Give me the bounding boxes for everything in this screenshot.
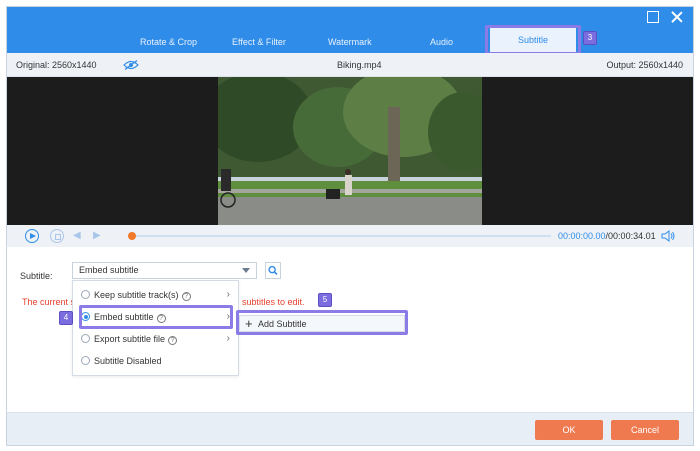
option-keep-subtitle[interactable]: Keep subtitle track(s)? › [73,284,238,306]
current-time: 00:00:00.00 [558,231,606,241]
footer: OK Cancel [7,412,693,445]
subtitle-select[interactable]: Embed subtitle [72,262,257,279]
chevron-right-icon: › [226,311,230,322]
info-bar: Original: 2560x1440 Biking.mp4 Output: 2… [7,53,693,77]
add-subtitle-label: Add Subtitle [258,319,307,329]
next-frame-icon[interactable]: ▶ [93,229,107,243]
file-name: Biking.mp4 [337,60,382,70]
search-icon [268,265,278,275]
chevron-down-icon [242,268,250,273]
option-export-subtitle[interactable]: Export subtitle file? › [73,328,238,350]
tab-audio[interactable]: Audio [430,35,453,49]
warning-text-end: subtitles to edit. [242,297,305,307]
cancel-button[interactable]: Cancel [611,420,679,440]
tab-rotate-crop[interactable]: Rotate & Crop [140,35,197,49]
option-embed-subtitle[interactable]: Embed subtitle? › [73,306,238,328]
step-badge-3: 3 [583,31,597,45]
radio-button-selected[interactable] [81,312,90,321]
play-icon[interactable] [25,229,39,243]
player-controls: ◀ ▶ 00:00:00.00/00:00:34.01 [7,225,693,247]
tab-subtitle[interactable]: Subtitle [490,27,576,53]
ok-button[interactable]: OK [535,420,603,440]
subtitle-label: Subtitle: [20,271,53,281]
option-label: Keep subtitle track(s) [94,290,179,300]
tab-watermark[interactable]: Watermark [328,35,372,49]
output-resolution: Output: 2560x1440 [606,60,683,70]
close-icon[interactable] [671,11,683,23]
subtitle-select-value: Embed subtitle [79,265,139,275]
video-editor-window: Rotate & Crop Effect & Filter Watermark … [6,6,694,446]
plus-icon: + [245,316,253,331]
radio-button[interactable] [81,356,90,365]
chevron-right-icon: › [226,333,230,344]
warning-text-start: The current s [22,297,76,307]
video-frame [218,77,482,225]
timeline-track[interactable] [131,235,551,237]
search-button[interactable] [265,262,281,279]
step-badge-4: 4 [59,311,73,325]
video-preview [7,77,693,225]
maximize-icon[interactable] [647,11,659,23]
help-icon[interactable]: ? [168,336,178,345]
tab-effect-filter[interactable]: Effect & Filter [232,35,286,49]
previous-frame-icon[interactable]: ◀ [73,229,87,243]
eye-off-icon[interactable] [123,60,139,70]
radio-button[interactable] [81,290,90,299]
radio-button[interactable] [81,334,90,343]
option-subtitle-disabled[interactable]: Subtitle Disabled [73,350,238,372]
original-resolution: Original: 2560x1440 [16,60,97,70]
timecode: 00:00:00.00/00:00:34.01 [558,231,656,241]
step-badge-5: 5 [318,293,332,307]
subtitle-dropdown: Keep subtitle track(s)? › Embed subtitle… [72,280,239,376]
add-subtitle-submenu[interactable]: + Add Subtitle [239,315,405,332]
total-time: /00:00:34.01 [605,231,656,241]
help-icon[interactable]: ? [156,314,166,323]
option-label: Subtitle Disabled [94,356,162,366]
option-label: Embed subtitle [94,312,154,322]
option-label: Export subtitle file [94,334,166,344]
timeline-handle[interactable] [128,232,136,240]
help-icon[interactable]: ? [181,292,191,301]
volume-icon[interactable] [661,230,675,242]
subtitle-settings: Subtitle: Embed subtitle The current s s… [7,247,693,412]
title-bar: Rotate & Crop Effect & Filter Watermark … [7,7,693,53]
stop-icon[interactable] [50,229,64,243]
chevron-right-icon: › [226,289,230,300]
